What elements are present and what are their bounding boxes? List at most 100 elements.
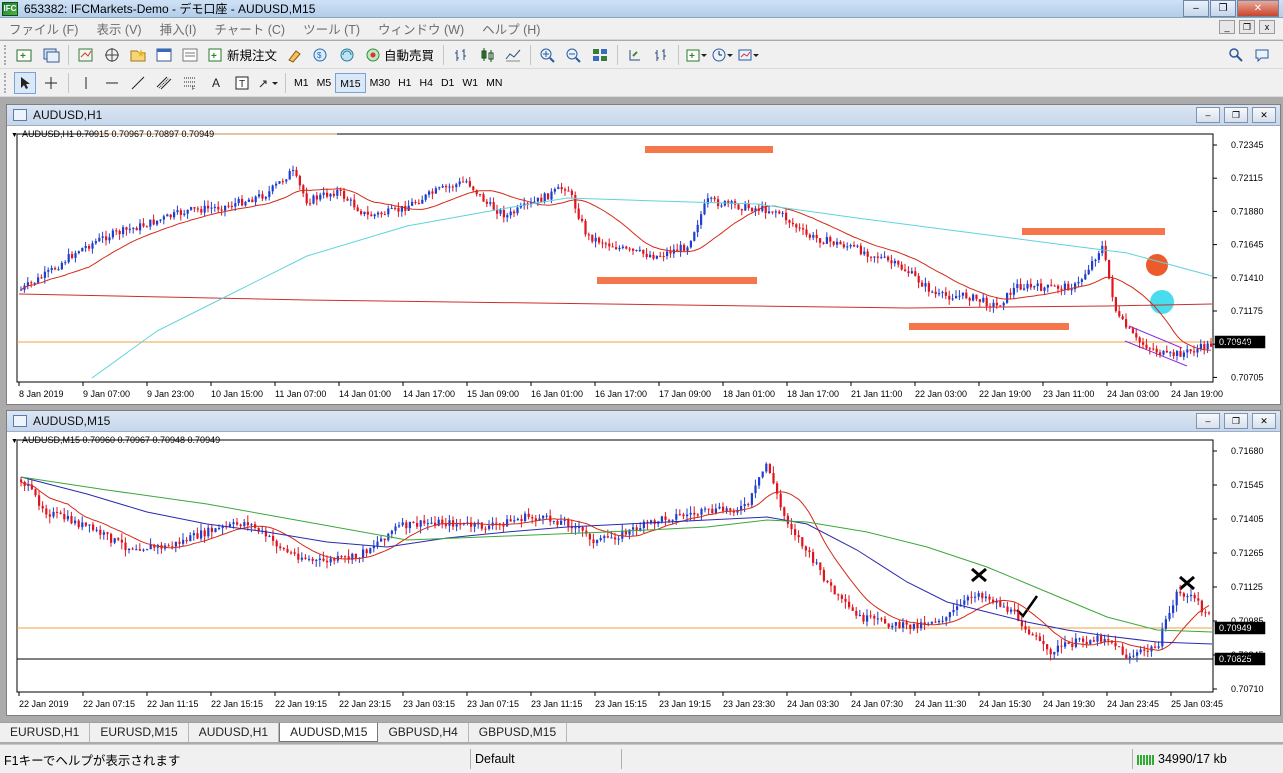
h1-candle bbox=[832, 241, 835, 245]
close-button[interactable]: ✕ bbox=[1237, 0, 1279, 17]
m15-candle bbox=[394, 526, 397, 531]
tab-eurusd-m15[interactable]: EURUSD,M15 bbox=[90, 723, 189, 742]
tile-windows-icon[interactable] bbox=[589, 44, 611, 66]
chart-plot-m15[interactable]: 0.70949 0.70825 0.71680 0.71545 0.71405 0.71… bbox=[7, 432, 1280, 715]
m15-candle bbox=[329, 558, 332, 563]
fibonacci-icon[interactable]: F bbox=[179, 72, 201, 94]
auto-trading-button[interactable]: 自動売買 bbox=[362, 44, 437, 66]
timeframe-mn[interactable]: MN bbox=[482, 73, 506, 93]
h1-candle bbox=[781, 212, 784, 214]
crosshair-icon[interactable] bbox=[40, 72, 62, 94]
x-axis-tick-label: 24 Jan 07:30 bbox=[851, 699, 903, 709]
minimize-button[interactable]: – bbox=[1183, 0, 1209, 17]
m15-candle bbox=[1125, 654, 1128, 659]
chart-window-titlebar[interactable]: AUDUSD,H1 – ❐ ✕ bbox=[7, 105, 1280, 126]
indicators-icon[interactable]: + bbox=[685, 44, 708, 66]
periods-icon[interactable] bbox=[711, 44, 734, 66]
chart-window-m15[interactable]: AUDUSD,M15 – ❐ ✕ 0.70949 0.70825 0.71680 0… bbox=[6, 410, 1281, 716]
autoscroll-icon[interactable] bbox=[624, 44, 646, 66]
text-icon[interactable]: A bbox=[205, 72, 227, 94]
signals-icon[interactable]: $ bbox=[310, 44, 332, 66]
menu-view[interactable]: 表示 (V) bbox=[87, 19, 150, 38]
templates-icon[interactable] bbox=[737, 44, 760, 66]
vertical-line-icon[interactable] bbox=[75, 72, 97, 94]
h1-candle bbox=[84, 245, 87, 249]
horizontal-line-icon[interactable] bbox=[101, 72, 123, 94]
timeframe-w1[interactable]: W1 bbox=[458, 73, 482, 93]
chart-maximize-button[interactable]: ❐ bbox=[1224, 413, 1248, 429]
data-window-icon[interactable] bbox=[101, 44, 123, 66]
metaeditor-icon[interactable] bbox=[284, 44, 306, 66]
arrows-icon[interactable] bbox=[257, 72, 279, 94]
tester-icon[interactable] bbox=[179, 44, 201, 66]
text-label-icon[interactable]: T bbox=[231, 72, 253, 94]
chat-icon[interactable] bbox=[1251, 44, 1273, 66]
menu-insert[interactable]: 挿入(I) bbox=[151, 19, 206, 38]
zoom-in-icon[interactable] bbox=[537, 44, 559, 66]
m15-candle bbox=[606, 536, 609, 538]
m15-candle bbox=[675, 514, 678, 520]
menu-chart[interactable]: チャート (C) bbox=[205, 19, 294, 38]
timeframe-d1[interactable]: D1 bbox=[437, 73, 458, 93]
m15-candle bbox=[1136, 652, 1139, 656]
tab-gbpusd-m15[interactable]: GBPUSD,M15 bbox=[469, 723, 568, 742]
equidistant-channel-icon[interactable] bbox=[153, 72, 175, 94]
vps-icon[interactable] bbox=[336, 44, 358, 66]
bar-chart-icon[interactable] bbox=[450, 44, 472, 66]
mdi-restore-button[interactable]: ❐ bbox=[1239, 20, 1255, 34]
chart-close-button[interactable]: ✕ bbox=[1252, 413, 1276, 429]
search-icon[interactable] bbox=[1225, 44, 1247, 66]
h1-candle bbox=[632, 248, 635, 251]
market-watch-icon[interactable] bbox=[75, 44, 97, 66]
profiles-icon[interactable] bbox=[40, 44, 62, 66]
h1-price-chart[interactable]: 0.70949 0.723450.721150.718800.716450.71… bbox=[7, 126, 1280, 404]
m15-candle bbox=[599, 538, 602, 541]
mdi-close-button[interactable]: x bbox=[1259, 20, 1275, 34]
timeframe-m5[interactable]: M5 bbox=[313, 73, 336, 93]
chart-shift-icon[interactable] bbox=[650, 44, 672, 66]
m15-ohlc-text: AUDUSD,M15 0.70960 0.70967 0.70948 0.709… bbox=[21, 435, 221, 445]
candlestick-icon[interactable] bbox=[476, 44, 498, 66]
new-order-button[interactable]: + 新規注文 bbox=[205, 44, 280, 66]
svg-text:$: $ bbox=[317, 51, 322, 60]
timeframe-m30[interactable]: M30 bbox=[366, 73, 394, 93]
chart-minimize-button[interactable]: – bbox=[1196, 413, 1220, 429]
m15-candle bbox=[189, 535, 192, 542]
timeframe-h1[interactable]: H1 bbox=[394, 73, 415, 93]
terminal-icon[interactable] bbox=[153, 44, 175, 66]
menu-window[interactable]: ウィンドウ (W) bbox=[369, 19, 473, 38]
menu-help[interactable]: ヘルプ (H) bbox=[473, 19, 549, 38]
chart-maximize-button[interactable]: ❐ bbox=[1224, 107, 1248, 123]
tab-eurusd-h1[interactable]: EURUSD,H1 bbox=[0, 723, 91, 742]
menu-tools[interactable]: ツール (T) bbox=[294, 19, 369, 38]
maximize-button[interactable]: ❐ bbox=[1210, 0, 1236, 17]
chart-minimize-button[interactable]: – bbox=[1196, 107, 1220, 123]
mdi-minimize-button[interactable]: _ bbox=[1219, 20, 1235, 34]
collapse-triangle-icon[interactable]: ▼ bbox=[11, 132, 18, 139]
chart-window-h1[interactable]: AUDUSD,H1 – ❐ ✕ 0.70949 0.72345 0.72115 0.… bbox=[6, 104, 1281, 405]
tab-audusd-m15[interactable]: AUDUSD,M15 bbox=[279, 723, 379, 742]
trendline-icon[interactable] bbox=[127, 72, 149, 94]
timeframe-m1[interactable]: M1 bbox=[290, 73, 313, 93]
chart-window-titlebar[interactable]: AUDUSD,M15 – ❐ ✕ bbox=[7, 411, 1280, 432]
h1-candle bbox=[363, 211, 366, 215]
status-profile[interactable]: Default bbox=[471, 752, 621, 766]
collapse-triangle-icon[interactable]: ▼ bbox=[11, 438, 18, 445]
menu-file[interactable]: ファイル (F) bbox=[0, 19, 87, 38]
new-chart-icon[interactable]: + bbox=[14, 44, 36, 66]
navigator-icon[interactable] bbox=[127, 44, 149, 66]
m15-price-chart[interactable]: 0.709490.70825 0.716800.715450.714050.71… bbox=[7, 432, 1280, 715]
m15-candle bbox=[916, 623, 919, 629]
timeframe-m15[interactable]: M15 bbox=[335, 72, 366, 93]
timeframe-h4[interactable]: H4 bbox=[416, 73, 437, 93]
tab-gbpusd-h4[interactable]: GBPUSD,H4 bbox=[378, 723, 469, 742]
chart-plot-h1[interactable]: 0.70949 0.72345 0.72115 0.71880 0.71645 0.71… bbox=[7, 126, 1280, 404]
line-chart-icon[interactable] bbox=[502, 44, 524, 66]
m15-candle bbox=[740, 506, 743, 510]
h1-candle bbox=[941, 292, 944, 294]
m15-candle bbox=[311, 558, 314, 561]
chart-close-button[interactable]: ✕ bbox=[1252, 107, 1276, 123]
cursor-icon[interactable] bbox=[14, 71, 36, 94]
zoom-out-icon[interactable] bbox=[563, 44, 585, 66]
tab-audusd-h1[interactable]: AUDUSD,H1 bbox=[189, 723, 280, 742]
